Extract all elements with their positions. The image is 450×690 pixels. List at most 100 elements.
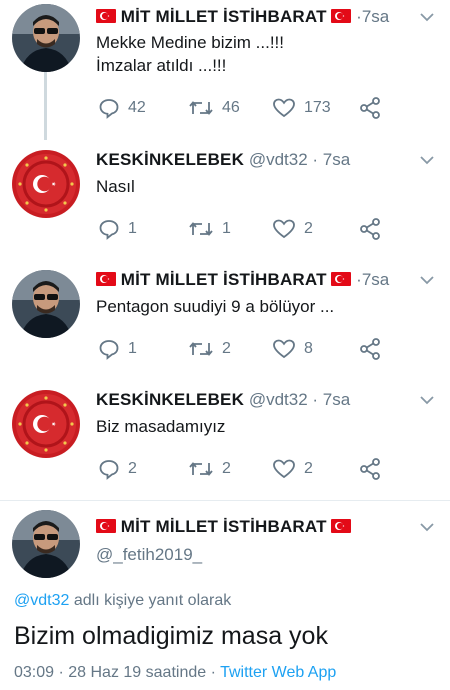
source-app-link[interactable]: Twitter Web App [220,664,336,681]
turkey-flag-icon [331,519,352,533]
tweet-header: KESKİNKELEBEK @vdt32 · 7sa [96,389,420,411]
retweet-button[interactable]: 2 [188,456,231,482]
like-button[interactable]: 2 [272,456,313,482]
tweet-time[interactable]: 7sa [323,150,350,169]
reply-button[interactable]: 2 [98,456,137,482]
retweet-button[interactable]: 1 [188,216,231,242]
avatar-man[interactable] [12,4,80,72]
heart-icon [273,98,295,118]
tweet-text-line: Mekke Medine bizim ...!!! [96,33,285,52]
author-handle[interactable]: @_fetih2019_ [96,545,202,564]
turkey-flag-icon [331,272,352,286]
share-button[interactable] [358,456,390,482]
retweet-count: 1 [222,220,231,237]
tweet-actions: 42 46 173 [96,95,430,121]
chevron-down-icon[interactable] [420,12,434,22]
reply-count: 1 [128,340,137,357]
share-button[interactable] [358,336,390,362]
tweet-text: Pentagon suudiyi 9 a bölüyor ... [96,295,430,318]
share-icon [360,338,380,360]
author-handle[interactable]: @vdt32 [249,150,308,169]
share-icon [360,218,380,240]
share-button[interactable] [358,216,390,242]
tweet-2[interactable]: KESKİNKELEBEK @vdt32 · 7sa Nasıl 1 1 2 [0,140,450,260]
retweet-button[interactable]: 2 [188,336,231,362]
reply-count: 2 [128,460,137,477]
chevron-down-icon[interactable] [420,522,434,532]
reply-icon [99,220,119,240]
author-handle[interactable]: @vdt32 [249,390,308,409]
author-name[interactable]: MİT MİLLET İSTİHBARAT [121,7,327,26]
handle-line: @_fetih2019_ [96,544,420,566]
reply-context-text: adlı kişiye yanıt olarak [73,592,232,609]
chevron-down-icon[interactable] [420,275,434,285]
tweet-text-line: Biz masadamıyız [96,417,226,436]
reply-icon [99,99,119,119]
tweet-timestamp[interactable]: 03:09 · 28 Haz 19 saatinde · [14,664,216,681]
tweet-text: Nasıl [96,175,430,198]
tweet-actions: 2 2 2 [96,456,430,482]
retweet-count: 2 [222,340,231,357]
author-name[interactable]: KESKİNKELEBEK [96,390,244,409]
tweet-text-line: Nasıl [96,177,135,196]
avatar-flag-emblem[interactable] [12,150,80,218]
reply-context: @vdt32 adlı kişiye yanıt olarak [14,592,231,610]
chevron-down-icon[interactable] [420,395,434,405]
tweet-time[interactable]: 7sa [323,390,350,409]
turkey-flag-icon [331,9,352,23]
turkey-flag-icon [96,272,116,286]
tweet-time[interactable]: 7sa [362,7,389,26]
reply-button[interactable]: 1 [98,216,137,242]
thread-line [44,72,47,140]
tweet-3[interactable]: MİT MİLLET İSTİHBARAT ·7sa Pentagon suud… [0,260,450,380]
retweet-count: 2 [222,460,231,477]
like-count: 173 [304,99,331,116]
tweet-text: Mekke Medine bizim ...!!! İmzalar atıldı… [96,31,430,77]
share-icon [360,458,380,480]
tweet-text-line: İmzalar atıldı ...!!! [96,56,227,75]
reply-count: 42 [128,99,146,116]
retweet-icon [189,101,213,115]
retweet-icon [189,342,213,356]
heart-icon [273,219,295,239]
retweet-icon [189,222,213,236]
avatar-man[interactable] [12,510,80,578]
reply-button[interactable]: 42 [98,95,146,121]
tweet-meta: 03:09 · 28 Haz 19 saatinde · Twitter Web… [14,664,336,682]
reply-mention-link[interactable]: @vdt32 [14,592,69,609]
main-tweet-text: Bizim olmadigimiz masa yok [14,622,328,650]
reply-icon [99,340,119,360]
retweet-count: 46 [222,99,240,116]
retweet-button[interactable]: 46 [188,95,240,121]
share-button[interactable] [358,95,390,121]
like-count: 8 [304,340,313,357]
like-button[interactable]: 2 [272,216,313,242]
reply-button[interactable]: 1 [98,336,137,362]
tweet-time[interactable]: 7sa [362,270,389,289]
tweet-header: MİT MİLLET İSTİHBARAT ·7sa [96,6,420,28]
author-name[interactable]: KESKİNKELEBEK [96,150,244,169]
author-name[interactable]: MİT MİLLET İSTİHBARAT [121,517,327,536]
reply-icon [99,460,119,480]
tweet-header: KESKİNKELEBEK @vdt32 · 7sa [96,149,420,171]
tweet-1[interactable]: MİT MİLLET İSTİHBARAT ·7sa Mekke Medine … [0,0,450,140]
chevron-down-icon[interactable] [420,155,434,165]
like-button[interactable]: 8 [272,336,313,362]
author-name[interactable]: MİT MİLLET İSTİHBARAT [121,270,327,289]
avatar-flag-emblem[interactable] [12,390,80,458]
tweet-4[interactable]: KESKİNKELEBEK @vdt32 · 7sa Biz masadamıy… [0,380,450,500]
share-icon [360,97,380,119]
avatar-man[interactable] [12,270,80,338]
separator-dot: · [307,390,323,409]
separator-dot: · [307,150,323,169]
tweet-header: MİT MİLLET İSTİHBARAT ·7sa [96,269,420,291]
heart-icon [273,339,295,359]
heart-icon [273,459,295,479]
tweet-actions: 1 1 2 [96,216,430,242]
turkey-flag-icon [96,9,116,23]
retweet-icon [189,462,213,476]
reply-count: 1 [128,220,137,237]
like-button[interactable]: 173 [272,95,331,121]
turkey-flag-icon [96,519,116,533]
tweet-text: Biz masadamıyız [96,415,430,438]
